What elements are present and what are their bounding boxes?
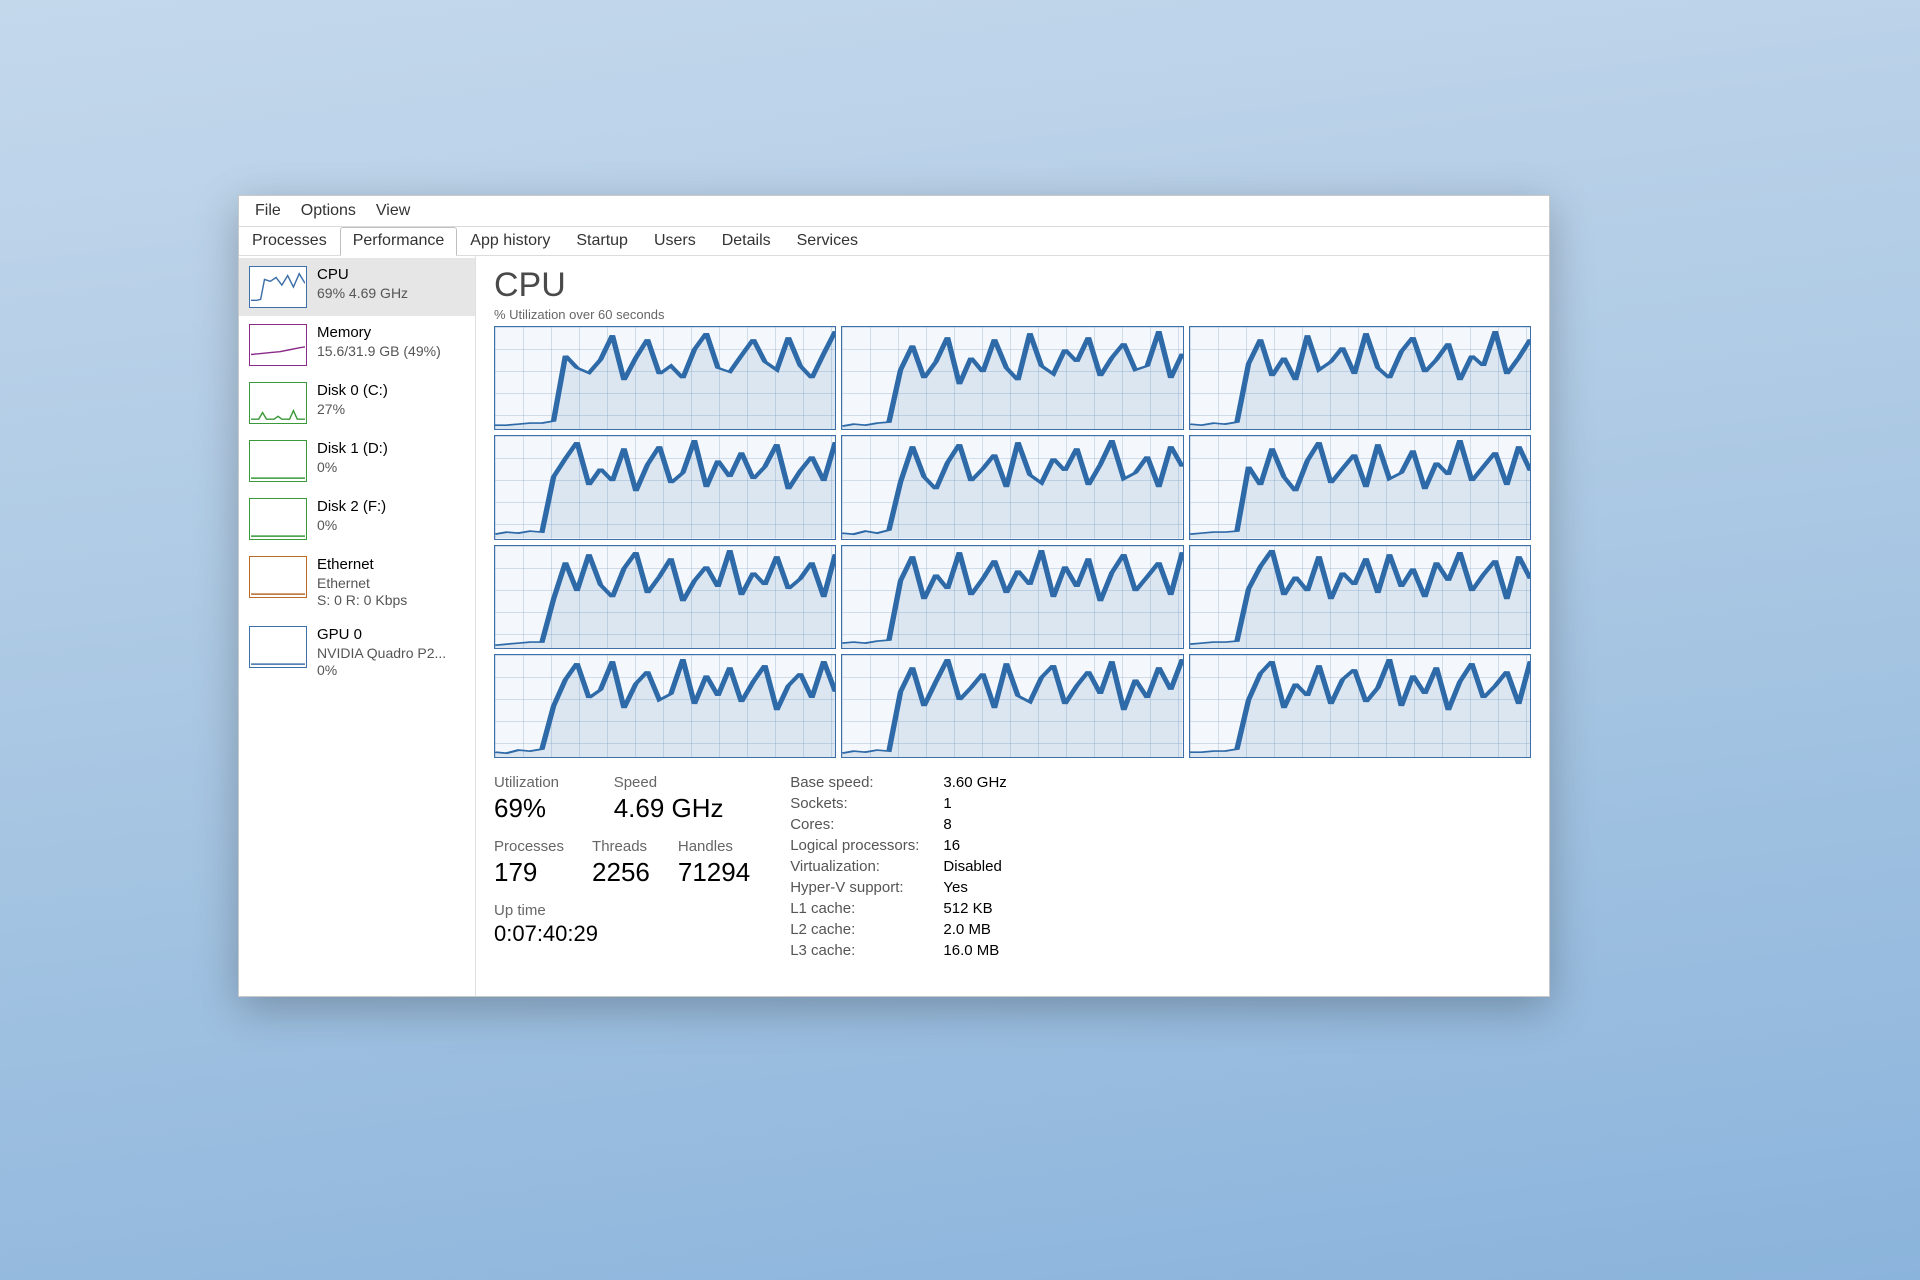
cpu-core-chart-9: [494, 654, 836, 758]
spec-key: Logical processors:: [790, 837, 919, 854]
sidebar-item-sub2: 0%: [317, 662, 446, 680]
menu-options[interactable]: Options: [291, 200, 366, 222]
performance-sidebar: CPU69% 4.69 GHzMemory15.6/31.9 GB (49%)D…: [239, 256, 476, 996]
task-manager-window: FileOptionsView ProcessesPerformanceApp …: [238, 195, 1550, 997]
sidebar-thumb-icon: [249, 324, 307, 366]
spec-value: 8: [943, 816, 1006, 833]
cpu-core-chart-7: [841, 545, 1183, 649]
sidebar-item-sub: 15.6/31.9 GB (49%): [317, 343, 441, 361]
sidebar-item-sub: 69% 4.69 GHz: [317, 285, 408, 303]
sidebar-thumb-icon: [249, 440, 307, 482]
sidebar-item-title: Ethernet: [317, 556, 407, 575]
menu-bar: FileOptionsView: [239, 196, 1549, 226]
sidebar-thumb-icon: [249, 266, 307, 308]
threads-label: Threads: [592, 838, 650, 855]
cpu-core-chart-5: [1189, 435, 1531, 539]
uptime-value: 0:07:40:29: [494, 921, 750, 947]
sidebar-item-title: Disk 0 (C:): [317, 382, 388, 401]
tab-users[interactable]: Users: [641, 227, 709, 255]
processes-value: 179: [494, 857, 564, 888]
sidebar-item-sub: Ethernet: [317, 575, 407, 593]
sidebar-thumb-icon: [249, 382, 307, 424]
spec-value: 1: [943, 795, 1006, 812]
spec-key: L1 cache:: [790, 900, 919, 917]
cpu-details: Utilization 69% Speed 4.69 GHz Processes…: [494, 774, 1531, 959]
sidebar-item-title: CPU: [317, 266, 408, 285]
menu-file[interactable]: File: [245, 200, 291, 222]
sidebar-item-sub: 27%: [317, 401, 388, 419]
spec-key: Hyper-V support:: [790, 879, 919, 896]
processes-label: Processes: [494, 838, 564, 855]
sidebar-item-memory[interactable]: Memory15.6/31.9 GB (49%): [239, 316, 475, 374]
performance-main-panel: CPU % Utilization over 60 seconds Utiliz…: [476, 256, 1549, 996]
chart-caption: % Utilization over 60 seconds: [494, 307, 1531, 322]
tab-startup[interactable]: Startup: [563, 227, 641, 255]
sidebar-item-title: Disk 2 (F:): [317, 498, 386, 517]
spec-value: Disabled: [943, 858, 1006, 875]
sidebar-item-sub2: S: 0 R: 0 Kbps: [317, 592, 407, 610]
sidebar-item-ethernet[interactable]: EthernetEthernetS: 0 R: 0 Kbps: [239, 548, 475, 618]
cpu-core-chart-10: [841, 654, 1183, 758]
sidebar-item-title: Disk 1 (D:): [317, 440, 388, 459]
uptime-label: Up time: [494, 902, 750, 919]
spec-value: 2.0 MB: [943, 921, 1006, 938]
handles-value: 71294: [678, 857, 750, 888]
spec-key: Base speed:: [790, 774, 919, 791]
spec-value: 16.0 MB: [943, 942, 1006, 959]
sidebar-item-sub: NVIDIA Quadro P2...: [317, 645, 446, 663]
spec-key: L2 cache:: [790, 921, 919, 938]
cpu-core-grid: [494, 326, 1531, 758]
sidebar-thumb-icon: [249, 498, 307, 540]
cpu-core-chart-4: [841, 435, 1183, 539]
spec-value: 16: [943, 837, 1006, 854]
tab-app-history[interactable]: App history: [457, 227, 563, 255]
sidebar-item-sub: 0%: [317, 517, 386, 535]
spec-key: L3 cache:: [790, 942, 919, 959]
sidebar-item-disk-0-c-[interactable]: Disk 0 (C:)27%: [239, 374, 475, 432]
sidebar-thumb-icon: [249, 556, 307, 598]
cpu-core-chart-3: [494, 435, 836, 539]
page-title: CPU: [494, 266, 1531, 305]
sidebar-item-cpu[interactable]: CPU69% 4.69 GHz: [239, 258, 475, 316]
utilization-label: Utilization: [494, 774, 586, 791]
sidebar-item-sub: 0%: [317, 459, 388, 477]
speed-value: 4.69 GHz: [614, 793, 751, 824]
sidebar-item-disk-2-f-[interactable]: Disk 2 (F:)0%: [239, 490, 475, 548]
tab-services[interactable]: Services: [784, 227, 871, 255]
menu-view[interactable]: View: [366, 200, 420, 222]
handles-label: Handles: [678, 838, 750, 855]
spec-value: Yes: [943, 879, 1006, 896]
tab-processes[interactable]: Processes: [239, 227, 340, 255]
cpu-core-chart-11: [1189, 654, 1531, 758]
cpu-core-chart-6: [494, 545, 836, 649]
speed-label: Speed: [614, 774, 751, 791]
cpu-core-chart-8: [1189, 545, 1531, 649]
spec-key: Virtualization:: [790, 858, 919, 875]
sidebar-thumb-icon: [249, 626, 307, 668]
tab-performance[interactable]: Performance: [340, 227, 458, 256]
spec-key: Sockets:: [790, 795, 919, 812]
cpu-core-chart-1: [841, 326, 1183, 430]
cpu-core-chart-2: [1189, 326, 1531, 430]
tab-details[interactable]: Details: [709, 227, 784, 255]
sidebar-item-disk-1-d-[interactable]: Disk 1 (D:)0%: [239, 432, 475, 490]
threads-value: 2256: [592, 857, 650, 888]
sidebar-item-title: Memory: [317, 324, 441, 343]
tab-bar: ProcessesPerformanceApp historyStartupUs…: [239, 226, 1549, 256]
spec-value: 512 KB: [943, 900, 1006, 917]
sidebar-item-title: GPU 0: [317, 626, 446, 645]
spec-value: 3.60 GHz: [943, 774, 1006, 791]
sidebar-item-gpu-0[interactable]: GPU 0NVIDIA Quadro P2...0%: [239, 618, 475, 688]
cpu-core-chart-0: [494, 326, 836, 430]
spec-key: Cores:: [790, 816, 919, 833]
cpu-spec-table: Base speed: 3.60 GHz Sockets: 1 Cores: 8 Logic…: [790, 774, 1007, 959]
utilization-value: 69%: [494, 793, 586, 824]
